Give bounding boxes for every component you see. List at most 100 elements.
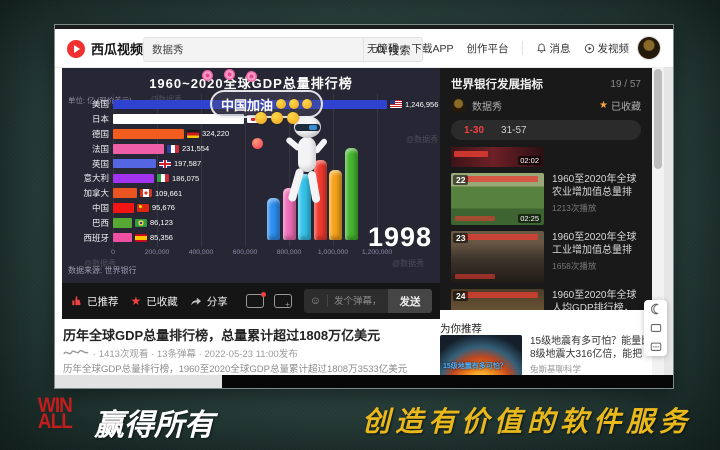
country-value: 231,554	[182, 144, 209, 153]
danmaku-thumbs-row	[255, 112, 299, 124]
recommend-title[interactable]: 15级地震有多可怕？能量比8级地震大316亿倍，能把地球...	[530, 335, 652, 361]
country-bar	[113, 174, 154, 184]
post-video-icon	[584, 43, 595, 54]
robot-mascot	[287, 116, 329, 232]
country-bar	[113, 129, 184, 139]
flag-us-icon	[390, 100, 402, 108]
channel-name[interactable]: 数据秀	[472, 98, 599, 113]
country-label: 德国	[62, 128, 113, 140]
danmaku-input[interactable]	[328, 296, 388, 307]
share-button[interactable]: 分享	[190, 294, 228, 309]
playlist-position: 19 / 57	[610, 79, 641, 90]
playlist-favorite-button[interactable]: ★ 已收藏	[599, 98, 641, 113]
flag-gb-icon	[159, 160, 171, 168]
nav-link-0[interactable]: 无障碍	[367, 41, 399, 56]
send-button[interactable]: 发送	[388, 289, 432, 313]
video-player[interactable]: 1960~2020全球GDP总量排行榜 单位: 亿 (现价美元) @数据秀 @数…	[62, 68, 440, 283]
playlist-item[interactable]: 24 1960至2020年全球人均GDP排行榜，摩纳哥人均超过17...	[451, 289, 641, 310]
flag-it-icon	[157, 174, 169, 182]
scrollbar-thumb[interactable]	[654, 69, 662, 169]
screen-icon[interactable]	[650, 322, 662, 334]
feedback-icon[interactable]	[650, 341, 662, 353]
favorite-label: 已收藏	[146, 294, 178, 309]
danmaku-toggle-icon[interactable]	[246, 294, 264, 308]
country-label: 加拿大	[62, 187, 113, 199]
video-stats: · 1413次观看 · 13条弹幕 · 2022-05-23 11:00发布	[63, 346, 298, 360]
share-label: 分享	[207, 294, 228, 309]
nav-link-2[interactable]: 创作平台	[467, 41, 509, 56]
playlist-item-meta: 1960至2020年全球人均GDP排行榜，摩纳哥人均超过17...	[552, 289, 641, 310]
playlist-item-title[interactable]: 1960至2020年全球工业增加值总量排行榜，累计达到42...	[552, 231, 641, 257]
recommend-heading: 为你推荐	[440, 321, 482, 336]
nav-links: 无障碍下载APP 创作平台 消息 发视频	[367, 29, 629, 67]
robot-visor-glint	[309, 125, 317, 130]
flag-es-icon	[135, 234, 147, 242]
playlist-item-title[interactable]: 1960至2020年全球人均GDP排行榜，摩纳哥人均超过17...	[552, 289, 641, 310]
thumbs-up-emoji	[287, 112, 299, 124]
window-bottom-black-bar	[222, 375, 673, 388]
smiley-icon[interactable]: ☺	[304, 295, 327, 307]
site-logo[interactable]: 西瓜视频	[67, 39, 143, 58]
thumbs-up-icon	[70, 295, 82, 307]
recommend-button[interactable]: 已推荐	[70, 294, 119, 309]
country-label: 巴西	[62, 217, 113, 229]
playlist-item[interactable]: 231960至2020年全球工业增加值总量排行榜，累计达到42...1658次播…	[451, 231, 641, 283]
moon-icon[interactable]	[650, 303, 662, 315]
country-bar	[113, 188, 137, 198]
index-badge: 24	[453, 291, 468, 301]
thumbs-up-emoji	[289, 99, 299, 109]
playlist-item[interactable]: 2202:251960至2020年全球农业增加值总量排行榜，累计总量超...12…	[451, 173, 641, 225]
search-input[interactable]	[144, 44, 363, 56]
tab-1-30[interactable]: 1-30	[464, 125, 484, 136]
flag-fr-icon	[167, 145, 179, 153]
nav-messages[interactable]: 消息	[536, 41, 571, 56]
playlist-thumbnail[interactable]: 22 02:25	[451, 173, 544, 225]
chart-row-it: 意大利186,075	[62, 171, 440, 186]
axis-tick: 600,000	[225, 249, 265, 256]
playlist-thumbnail[interactable]: 24	[451, 289, 544, 310]
bell-icon	[536, 43, 547, 54]
winall-logo-line2: ALL	[38, 414, 72, 430]
playlist-item-partial[interactable]: 02:02	[451, 147, 544, 167]
tulip-emoji	[246, 71, 257, 82]
tab-31-57[interactable]: 31-57	[501, 125, 527, 136]
duration-badge: 02:25	[518, 214, 541, 223]
country-value: 109,661	[155, 189, 182, 198]
nav-post-video-label: 发视频	[598, 41, 630, 56]
danmaku-setting-icons	[246, 294, 292, 308]
axis-tick: 400,000	[181, 249, 221, 256]
country-label: 意大利	[62, 172, 113, 184]
robot-body	[298, 137, 316, 172]
recommend-channel[interactable]: 兔斯基聊科学	[530, 363, 652, 375]
playlist-thumbnail[interactable]: 23	[451, 231, 544, 283]
playlist-item-title[interactable]: 1960至2020年全球农业增加值总量排行榜，累计总量超...	[552, 173, 641, 199]
window-bottom-gray-strip	[55, 375, 222, 388]
decor-column	[345, 148, 358, 240]
decor-column	[267, 198, 280, 240]
index-badge: 23	[453, 233, 468, 243]
axis-tick: 800,000	[269, 249, 309, 256]
chart-row-gb: 英国197,587	[62, 156, 440, 171]
playlist-tabs: 1-30 31-57	[451, 120, 641, 140]
nav-link-1[interactable]: 下载APP	[411, 41, 453, 56]
thumbs-up-emoji	[276, 99, 286, 109]
chart-source: 数据来源: 世界银行	[68, 265, 136, 276]
nav-post-video[interactable]: 发视频	[584, 41, 630, 56]
country-label: 美国	[62, 98, 113, 110]
country-label: 英国	[62, 158, 113, 170]
country-value: 86,123	[150, 218, 173, 227]
country-value: 85,356	[150, 233, 173, 242]
favorited-label: 已收藏	[611, 98, 641, 113]
chart-row-de: 德国324,220	[62, 127, 440, 142]
share-icon	[190, 295, 202, 307]
channel-avatar[interactable]	[451, 98, 466, 113]
playlist-panel: 世界银行发展指标 19 / 57 数据秀 ★ 已收藏 1-30 31-57 02…	[440, 68, 652, 310]
country-value: 1,246,956	[405, 100, 438, 109]
favorite-button[interactable]: ★ 已收藏	[131, 294, 178, 309]
country-bar	[113, 144, 164, 154]
index-badge: 22	[453, 175, 468, 185]
thumbs-up-emoji	[302, 99, 312, 109]
danmaku-add-icon[interactable]	[274, 294, 292, 308]
chart-row-ca: 加拿大 109,661	[62, 186, 440, 201]
user-avatar[interactable]	[638, 37, 660, 59]
